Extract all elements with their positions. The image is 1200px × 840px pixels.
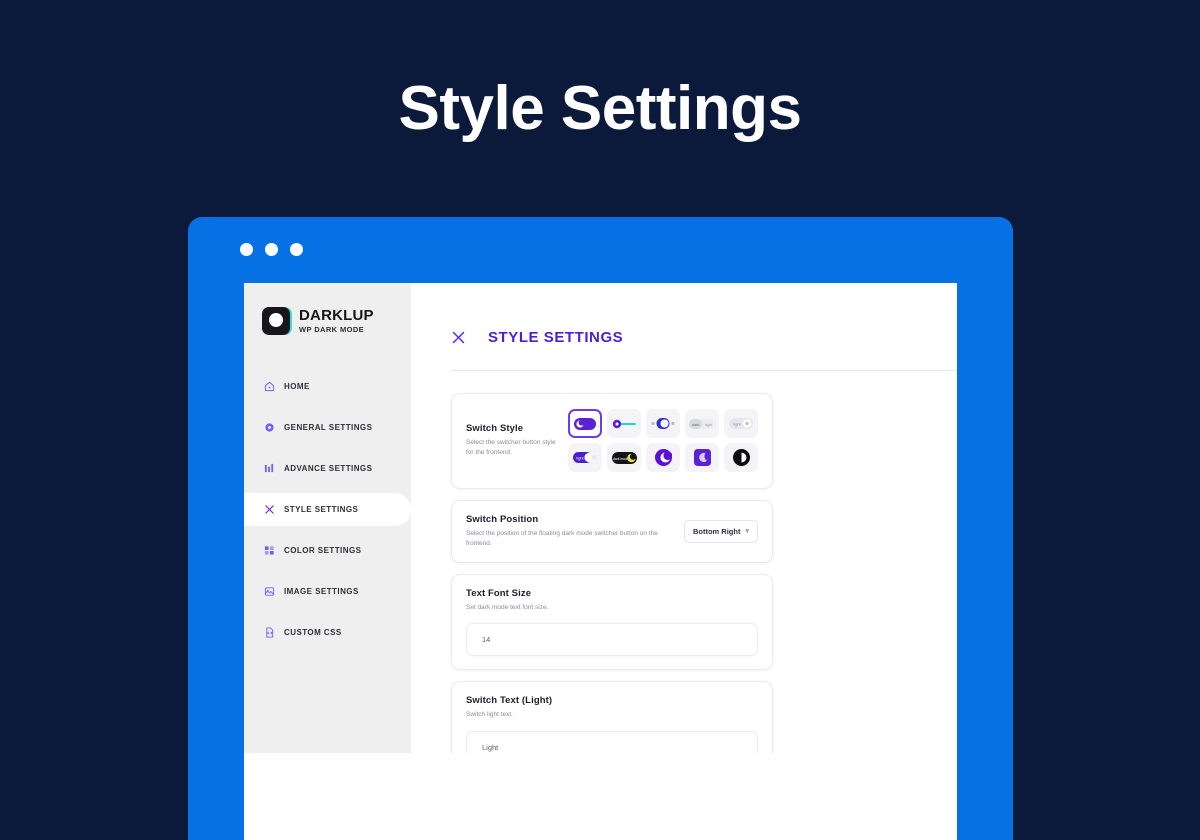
sidebar-item-label: STYLE SETTINGS [284, 505, 359, 514]
sidebar: DARKLUP WP DARK MODE HOME GENERAL SETTIN… [244, 283, 411, 753]
sidebar-nav: HOME GENERAL SETTINGS ADVANCE SETTINGS S… [244, 370, 411, 649]
card-text-font-size: Text Font Size Set dark mode text font s… [451, 573, 773, 671]
sidebar-item-label: COLOR SETTINGS [284, 546, 362, 555]
sidebar-item-color-settings[interactable]: COLOR SETTINGS [244, 534, 411, 567]
switch-text-light-input[interactable]: Light [466, 731, 758, 753]
brand-logo[interactable]: DARKLUP WP DARK MODE [244, 283, 411, 335]
brand-subtitle: WP DARK MODE [299, 325, 365, 335]
card-title: Switch Style [466, 423, 524, 434]
app-viewport: DARKLUP WP DARK MODE HOME GENERAL SETTIN… [244, 283, 957, 840]
switch-style-option-slider-line-cyan[interactable] [607, 409, 641, 438]
sidebar-item-custom-css[interactable]: CUSTOM CSS [244, 616, 411, 649]
moon-icon [262, 307, 290, 335]
switch-style-option-pill-light-text-knob[interactable]: light [724, 409, 758, 438]
sidebar-item-label: CUSTOM CSS [284, 628, 342, 637]
switch-style-option-toggle-purple-moon[interactable] [568, 409, 602, 438]
image-icon [264, 586, 275, 597]
svg-text:light: light [576, 456, 584, 461]
card-switch-text-light: Switch Text (Light) Switch light text. L… [451, 681, 773, 753]
browser-mockup: DARKLUP WP DARK MODE HOME GENERAL SETTIN… [188, 217, 1013, 840]
input-value: Light [482, 743, 499, 752]
settings-cards: Switch Style Select the switcher button … [411, 371, 957, 753]
chevron-down-icon: ▾ [745, 528, 749, 536]
card-title: Text Font Size [466, 587, 532, 599]
svg-text:light: light [705, 422, 713, 427]
window-dot-3[interactable] [290, 243, 303, 256]
tools-icon [264, 504, 275, 515]
home-icon [264, 381, 275, 392]
brand-name: DARKLUP [299, 307, 374, 325]
content-title: STYLE SETTINGS [488, 329, 624, 346]
card-description: Select the position of the floating dark… [466, 530, 658, 547]
switch-position-select[interactable]: Bottom Right ▾ [684, 519, 758, 543]
card-title: Switch Text (Light) [466, 695, 553, 707]
svg-text:light: light [733, 422, 741, 427]
input-value: 14 [482, 635, 491, 645]
text-font-size-input[interactable]: 14 [466, 623, 758, 657]
card-switch-style: Switch Style Select the switcher button … [451, 393, 773, 489]
sidebar-item-image-settings[interactable]: IMAGE SETTINGS [244, 575, 411, 608]
window-controls [240, 243, 303, 256]
gear-icon [264, 422, 275, 433]
switch-style-option-circle-purple-moon[interactable] [646, 443, 680, 472]
sidebar-item-label: IMAGE SETTINGS [284, 587, 359, 596]
switch-style-option-pill-black-yellow-moon[interactable]: dark mode [607, 443, 641, 472]
switch-style-option-pill-dark-light-text[interactable]: dark light [685, 409, 719, 438]
switch-style-option-square-purple-moon[interactable] [685, 443, 719, 472]
sidebar-item-advance-settings[interactable]: ADVANCE SETTINGS [244, 452, 411, 485]
tools-icon [451, 330, 466, 345]
card-description: Select the switcher button style for the… [466, 439, 556, 456]
sidebar-item-general-settings[interactable]: GENERAL SETTINGS [244, 411, 411, 444]
sidebar-item-home[interactable]: HOME [244, 370, 411, 403]
palette-icon [264, 545, 275, 556]
sliders-icon [264, 463, 275, 474]
card-switch-position: Switch Position Select the position of t… [451, 500, 773, 563]
sidebar-item-label: HOME [284, 382, 310, 391]
sidebar-item-label: GENERAL SETTINGS [284, 423, 373, 432]
content-header: STYLE SETTINGS [411, 283, 957, 346]
code-file-icon [264, 627, 275, 638]
sidebar-item-label: ADVANCE SETTINGS [284, 464, 373, 473]
switch-style-options: dark light light light dark mode [568, 409, 758, 472]
switch-style-option-toggle-light-purple[interactable]: light [568, 443, 602, 472]
window-dot-1[interactable] [240, 243, 253, 256]
svg-text:dark: dark [692, 422, 700, 427]
content-panel: STYLE SETTINGS Switch Style Select the s… [411, 283, 957, 753]
switch-style-option-circle-black-contrast[interactable] [724, 443, 758, 472]
card-title: Switch Position [466, 514, 539, 525]
svg-text:dark mode: dark mode [612, 456, 628, 460]
card-description: Set dark mode text font size. [466, 603, 549, 611]
sidebar-item-style-settings[interactable]: STYLE SETTINGS [244, 493, 411, 526]
window-dot-2[interactable] [265, 243, 278, 256]
select-value: Bottom Right [692, 526, 741, 536]
page-title: Style Settings [398, 74, 803, 143]
switch-style-option-toggle-sun-moon-labels[interactable] [646, 409, 680, 438]
card-description: Switch light text. [466, 711, 513, 719]
